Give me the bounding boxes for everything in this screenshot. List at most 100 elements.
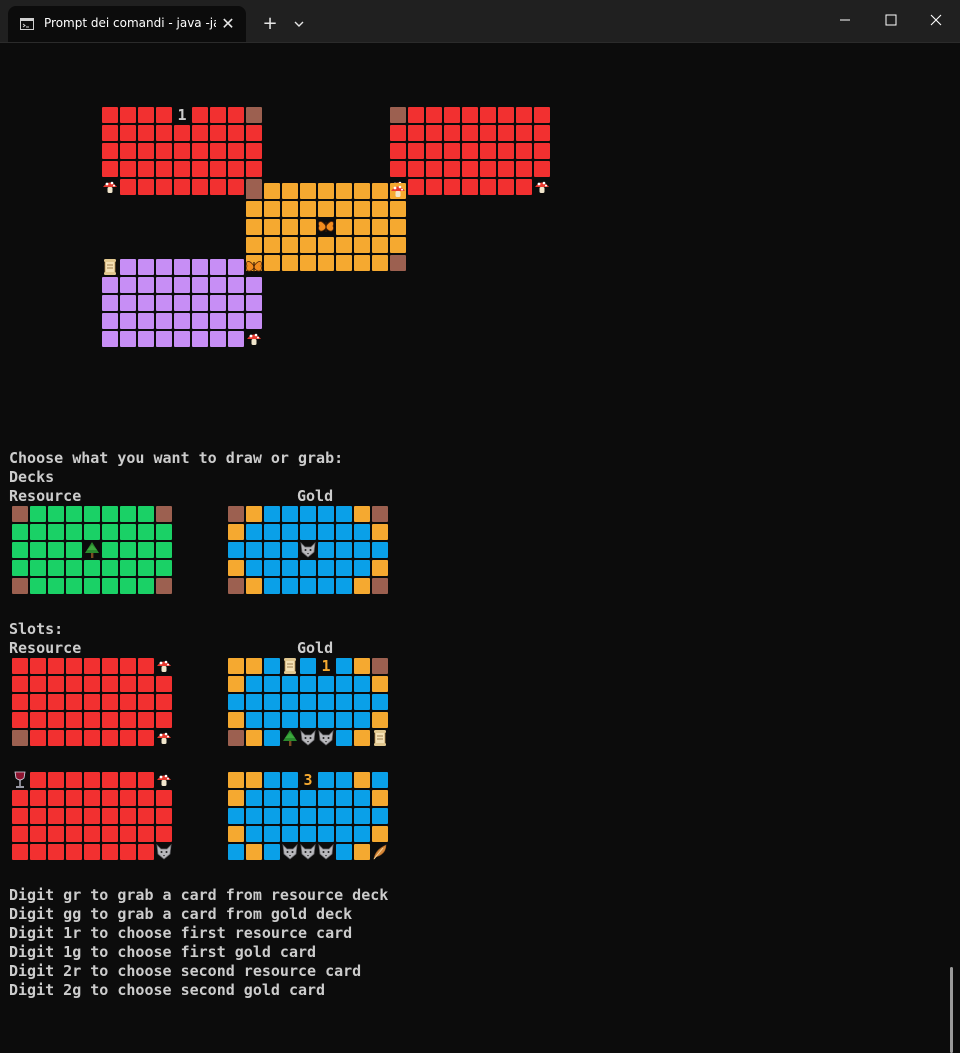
- card-cell: [228, 694, 244, 710]
- card-cell: [318, 560, 334, 576]
- minimize-button[interactable]: [822, 0, 868, 40]
- card-cell: [336, 658, 352, 674]
- card-cell: [192, 179, 208, 195]
- mushroom-icon: [391, 185, 405, 197]
- card-cell: [246, 277, 262, 293]
- card-cell: [282, 237, 298, 253]
- card-cell: [318, 183, 334, 199]
- card-cell: [462, 125, 478, 141]
- card-cell: [12, 524, 28, 540]
- card-cell: [246, 237, 262, 253]
- card-cell: [390, 107, 406, 123]
- card-cell: [12, 694, 28, 710]
- card-cell: [372, 808, 388, 824]
- card-cell: [246, 161, 262, 177]
- card-cell: [246, 506, 262, 522]
- card-cell: [390, 237, 406, 253]
- card-points: 1: [177, 106, 187, 124]
- card-cell: [210, 331, 226, 347]
- card-cell: [30, 844, 46, 860]
- butterfly-icon: [246, 261, 262, 272]
- close-window-button[interactable]: [914, 0, 960, 40]
- card-cell: [426, 161, 442, 177]
- card-cell: [408, 143, 424, 159]
- card-cell: [354, 578, 370, 594]
- card-cell: [102, 331, 118, 347]
- card-cell: [12, 542, 28, 558]
- title-bar: Prompt dei comandi - java -ja ✕ +: [0, 0, 960, 43]
- card-cell: [210, 125, 226, 141]
- card-cell: [246, 844, 262, 860]
- maximize-button[interactable]: [868, 0, 914, 40]
- mushroom-icon: [103, 181, 117, 193]
- card-cell: [66, 694, 82, 710]
- card-cell: [84, 790, 100, 806]
- card-cell: [300, 808, 316, 824]
- butterfly-icon: [318, 221, 334, 232]
- card-cell: [228, 143, 244, 159]
- card-cell: [264, 542, 280, 558]
- card-cell: [246, 107, 262, 123]
- card-cell: [516, 161, 532, 177]
- card-cell: [246, 143, 262, 159]
- card-cell: [336, 730, 352, 746]
- card-cell: [336, 524, 352, 540]
- card-cell: [264, 560, 280, 576]
- terminal-output[interactable]: 1 Choose what you want to draw or grab: …: [0, 43, 960, 1053]
- card-cell: [336, 808, 352, 824]
- card-cell: [120, 826, 136, 842]
- card-cell: [156, 107, 172, 123]
- card-cell: [156, 808, 172, 824]
- mushroom-icon: [157, 732, 171, 744]
- card-cell: [282, 183, 298, 199]
- card-cell: [246, 694, 262, 710]
- card-cell: [264, 790, 280, 806]
- card-cell: [66, 560, 82, 576]
- terminal-tab[interactable]: Prompt dei comandi - java -ja ✕: [8, 6, 246, 42]
- card-cell: [372, 237, 388, 253]
- close-tab-button[interactable]: ✕: [218, 14, 238, 34]
- card-cell: [66, 730, 82, 746]
- card-cell: [156, 161, 172, 177]
- card-cell: [354, 658, 370, 674]
- card-cell: [372, 506, 388, 522]
- instruction-line: Digit 2g to choose second gold card: [9, 981, 326, 999]
- card-cell: [210, 161, 226, 177]
- card-cell: [462, 143, 478, 159]
- card-cell: [264, 676, 280, 692]
- new-tab-button[interactable]: +: [258, 12, 282, 36]
- card-cell: [102, 790, 118, 806]
- card-cell: [318, 676, 334, 692]
- mushroom-icon: [157, 774, 171, 786]
- card-cell: [120, 295, 136, 311]
- chevron-down-icon[interactable]: [289, 12, 309, 36]
- card-cell: [174, 161, 190, 177]
- card-cell: [30, 578, 46, 594]
- card-cell: [102, 295, 118, 311]
- card-cell: [246, 542, 262, 558]
- card-cell: [30, 542, 46, 558]
- wolf-icon: [300, 843, 316, 860]
- card-cell: [138, 844, 154, 860]
- card-cell: [408, 107, 424, 123]
- card-cell: [444, 125, 460, 141]
- card-cell: [264, 578, 280, 594]
- card-cell: [390, 255, 406, 271]
- card-cell: [120, 772, 136, 788]
- card-cell: [138, 331, 154, 347]
- card-cell: [354, 201, 370, 217]
- card-cell: [300, 578, 316, 594]
- card-cell: [228, 179, 244, 195]
- card-cell: [48, 826, 64, 842]
- card-cell: [30, 712, 46, 728]
- slots-gold-label: Gold: [297, 639, 334, 657]
- card-cell: [300, 255, 316, 271]
- mushroom-icon: [535, 181, 549, 193]
- card-cell: [228, 125, 244, 141]
- scrollbar[interactable]: [950, 967, 953, 1053]
- card-cell: [138, 790, 154, 806]
- card-cell: [480, 179, 496, 195]
- card-cell: [156, 676, 172, 692]
- card-cell: [84, 826, 100, 842]
- card-cell: [12, 730, 28, 746]
